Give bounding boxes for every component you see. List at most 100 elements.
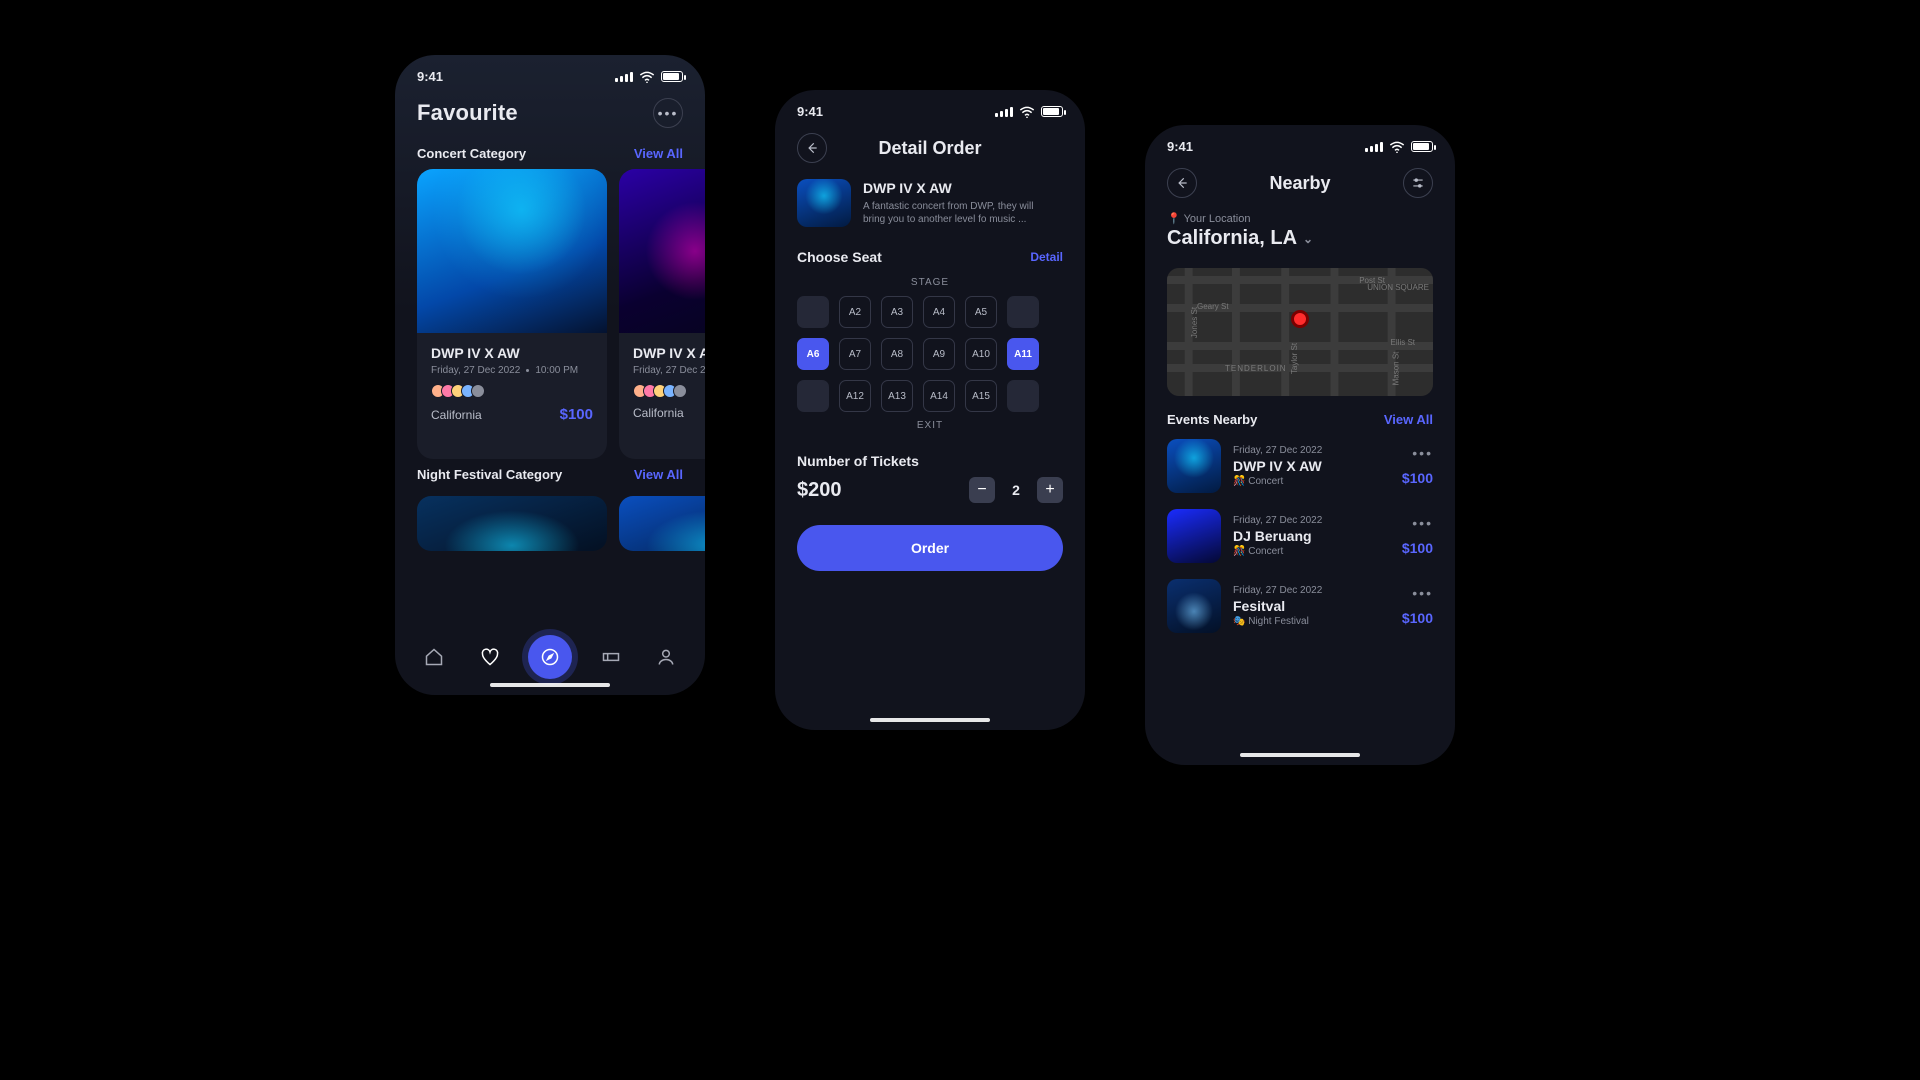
event-list-item[interactable]: Friday, 27 Dec 2022Fesitval🎭 Night Festi… [1167, 579, 1433, 633]
view-all-nearby[interactable]: View All [1384, 412, 1433, 427]
section-nightfest-title: Night Festival Category [417, 467, 562, 482]
map-view[interactable]: Post St Geary St Ellis St Jones St Taylo… [1167, 268, 1433, 396]
more-button[interactable]: ••• [653, 98, 683, 128]
current-location[interactable]: California, LA ⌄ [1167, 227, 1433, 250]
event-list-item[interactable]: Friday, 27 Dec 2022DWP IV X AW🎊 Concert•… [1167, 439, 1433, 493]
event-location: California [431, 408, 482, 422]
event-date: Friday, 27 Dec 2022 [1233, 515, 1390, 526]
seat-detail-link[interactable]: Detail [1030, 250, 1063, 264]
tab-profile[interactable] [649, 640, 683, 674]
event-card[interactable]: DWP IV X AW Friday, 27 Dec 2022 10:00 PM… [417, 169, 607, 459]
home-indicator [490, 683, 610, 687]
separator-dot [526, 369, 529, 372]
event-more-button[interactable]: ••• [1402, 516, 1433, 530]
wifi-icon [1019, 106, 1035, 118]
seat-void [1007, 296, 1039, 328]
seat-a7[interactable]: A7 [839, 338, 871, 370]
map-label: Ellis St [1391, 338, 1415, 347]
signal-icon [995, 107, 1013, 117]
status-indicators [615, 71, 683, 83]
home-indicator [870, 718, 990, 722]
event-image [417, 169, 607, 333]
seat-a10[interactable]: A10 [965, 338, 997, 370]
decrease-button[interactable]: − [969, 477, 995, 503]
arrow-left-icon [1175, 176, 1189, 190]
map-district: UNION SQUARE [1367, 284, 1429, 292]
home-icon [424, 647, 444, 667]
view-all-nightfest[interactable]: View All [634, 467, 683, 482]
attendee-avatars [431, 384, 593, 398]
user-icon [656, 647, 676, 667]
quantity-stepper: − 2 + [969, 477, 1063, 503]
event-price: $100 [1402, 540, 1433, 556]
screen-favourite: 9:41 Favourite ••• Concert Category View… [395, 55, 705, 695]
event-location: California [633, 406, 684, 420]
event-desc: A fantastic concert from DWP, they will … [863, 200, 1053, 226]
event-price: $100 [1402, 470, 1433, 486]
map-label: Taylor St [1290, 343, 1299, 374]
wifi-icon [1389, 141, 1405, 153]
events-nearby-label: Events Nearby [1167, 412, 1257, 427]
seat-a11[interactable]: A11 [1007, 338, 1039, 370]
exit-label: EXIT [775, 420, 1085, 431]
event-list-item[interactable]: Friday, 27 Dec 2022DJ Beruang🎊 Concert••… [1167, 509, 1433, 563]
map-label: Jones St [1190, 307, 1199, 338]
seat-a4[interactable]: A4 [923, 296, 955, 328]
seat-a6[interactable]: A6 [797, 338, 829, 370]
quantity-value: 2 [1007, 482, 1025, 498]
status-bar: 9:41 [395, 55, 705, 84]
event-title: DWP IV X AW [863, 180, 1053, 196]
event-date: Friday, 27 Dec 2022 [431, 365, 520, 376]
seat-a2[interactable]: A2 [839, 296, 871, 328]
arrow-left-icon [805, 141, 819, 155]
event-more-button[interactable]: ••• [1402, 586, 1433, 600]
status-bar: 9:41 [775, 90, 1085, 119]
event-thumb[interactable] [417, 496, 607, 551]
filter-button[interactable] [1403, 168, 1433, 198]
status-time: 9:41 [797, 104, 823, 119]
seat-a8[interactable]: A8 [881, 338, 913, 370]
seat-a15[interactable]: A15 [965, 380, 997, 412]
order-summary: DWP IV X AW A fantastic concert from DWP… [775, 173, 1085, 233]
view-all-concert[interactable]: View All [634, 146, 683, 161]
attendee-avatars [633, 384, 705, 398]
heart-icon [480, 647, 500, 667]
event-title: DWP IV X AW [431, 345, 593, 361]
event-date: Friday, 27 Dec 2022 [1233, 445, 1390, 456]
back-button[interactable] [1167, 168, 1197, 198]
tab-explore[interactable] [528, 635, 572, 679]
event-more-button[interactable]: ••• [1402, 446, 1433, 460]
seat-a3[interactable]: A3 [881, 296, 913, 328]
battery-icon [1411, 141, 1433, 152]
your-location-label: 📍 Your Location [1167, 212, 1433, 225]
tab-home[interactable] [417, 640, 451, 674]
seat-map: A2 A3 A4 A5 A6 A7 A8 A9 A10 A11 A12 A13 A14 A15 [775, 296, 1085, 412]
compass-icon [540, 647, 560, 667]
status-indicators [995, 106, 1063, 118]
tab-tickets[interactable] [594, 640, 628, 674]
order-button[interactable]: Order [797, 525, 1063, 571]
event-thumb [1167, 439, 1221, 493]
seat-a5[interactable]: A5 [965, 296, 997, 328]
order-button-label: Order [911, 540, 949, 556]
back-button[interactable] [797, 133, 827, 163]
tickets-label: Number of Tickets [775, 439, 1085, 469]
event-card[interactable]: DWP IV X A Friday, 27 Dec 2022 Californi… [619, 169, 705, 459]
event-thumb[interactable] [619, 496, 705, 551]
battery-icon [1041, 106, 1063, 117]
map-label: Mason St [1392, 352, 1401, 386]
event-title: DWP IV X AW [1233, 458, 1390, 474]
seat-a12[interactable]: A12 [839, 380, 871, 412]
event-category: 🎊 Concert [1233, 546, 1390, 557]
tab-favourite[interactable] [473, 640, 507, 674]
map-district: TENDERLOIN [1225, 364, 1287, 373]
seat-a14[interactable]: A14 [923, 380, 955, 412]
page-title: Detail Order [878, 138, 981, 159]
increase-button[interactable]: + [1037, 477, 1063, 503]
status-indicators [1365, 141, 1433, 153]
event-thumb [797, 179, 851, 227]
event-image [619, 169, 705, 333]
seat-a13[interactable]: A13 [881, 380, 913, 412]
wifi-icon [639, 71, 655, 83]
seat-a9[interactable]: A9 [923, 338, 955, 370]
